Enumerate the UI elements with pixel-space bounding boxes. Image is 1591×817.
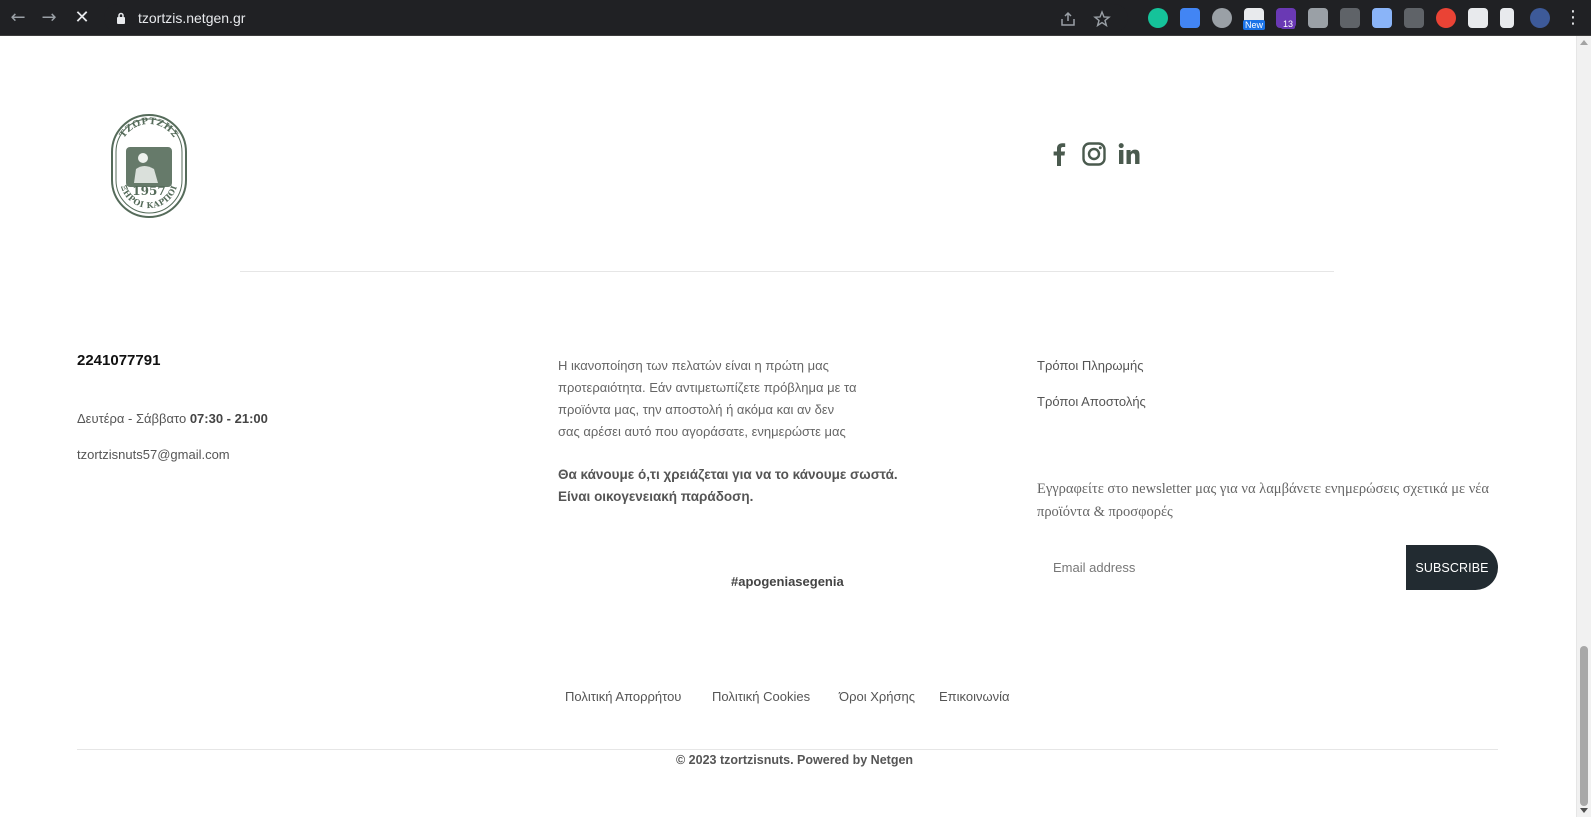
- about-text: Η ικανοποίηση των πελατών είναι η πρώτη …: [558, 358, 857, 439]
- newsletter-email-input[interactable]: [1037, 545, 1407, 590]
- footer-divider: [77, 749, 1498, 750]
- back-arrow-icon[interactable]: ←: [8, 8, 28, 28]
- terms-link[interactable]: Όροι Χρήσης: [839, 689, 915, 704]
- hours-time: 07:30 - 21:00: [189, 411, 268, 426]
- puzzle-extensions-icon[interactable]: [1468, 8, 1488, 28]
- window-extension-icon[interactable]: [1404, 8, 1424, 28]
- hashtag: #apogeniasegenia: [731, 574, 844, 589]
- logo-text-top: ΤΖΩΡΤΖΗΣ: [118, 117, 179, 140]
- scroll-thumb[interactable]: [1580, 646, 1588, 806]
- tzortzis-logo[interactable]: ΤΖΩΡΤΖΗΣ ΞΗΡΟΙ ΚΑΡΠΟΙ 1957: [110, 113, 188, 219]
- newsletter-text: Εγγραφείτε στο newsletter μας για να λαμ…: [1037, 481, 1489, 520]
- browser-toolbar: ← → ✕ tzortzis.netgen.gr New 13 ⋮: [0, 0, 1591, 36]
- lock-icon[interactable]: [116, 12, 126, 24]
- facebook-icon[interactable]: [1046, 141, 1072, 167]
- opening-hours: Δευτέρα - Σάββατο 07:30 - 21:00: [77, 411, 268, 426]
- shipping-methods-link[interactable]: Τρόποι Αποστολής: [1037, 394, 1146, 409]
- menu-kebab-icon[interactable]: ⋮: [1563, 8, 1583, 28]
- side-panel-icon[interactable]: [1500, 8, 1514, 28]
- linkedin-icon[interactable]: [1116, 141, 1142, 167]
- address-bar[interactable]: tzortzis.netgen.gr: [104, 4, 1128, 32]
- grammarly-extension-icon[interactable]: [1148, 8, 1168, 28]
- svg-text:ΤΖΩΡΤΖΗΣ: ΤΖΩΡΤΖΗΣ: [118, 117, 180, 140]
- payment-methods-link[interactable]: Τρόποι Πληρωμής: [1037, 358, 1144, 373]
- share-icon[interactable]: [1059, 10, 1077, 28]
- copyright-text: © 2023 tzortzisnuts. Powered by Netgen: [676, 753, 914, 767]
- privacy-policy-link[interactable]: Πολιτική Απορρήτου: [565, 689, 681, 704]
- instagram-icon[interactable]: [1081, 141, 1107, 167]
- url-text[interactable]: tzortzis.netgen.gr: [138, 10, 245, 26]
- news-extension-icon[interactable]: New: [1243, 8, 1266, 30]
- bookmark-star-icon[interactable]: [1093, 10, 1111, 28]
- forward-arrow-icon[interactable]: →: [39, 8, 59, 28]
- new-badge: New: [1243, 20, 1266, 30]
- phone-number[interactable]: 2241077791: [77, 352, 160, 369]
- scrollbar[interactable]: [1576, 36, 1591, 817]
- contact-email[interactable]: tzortzisnuts57@gmail.com: [77, 447, 230, 462]
- logo-year: 1957: [132, 184, 165, 198]
- globe-extension-icon[interactable]: [1212, 8, 1232, 28]
- profile-avatar[interactable]: [1530, 8, 1550, 28]
- scroll-up-arrow-icon[interactable]: [1580, 40, 1588, 45]
- section-divider: [240, 271, 1334, 272]
- count-badge: 13: [1281, 19, 1296, 29]
- hours-label: Δευτέρα - Σάββατο: [77, 411, 187, 426]
- contact-link[interactable]: Επικοινωνία: [939, 689, 1010, 704]
- purple-extension-icon[interactable]: 13: [1276, 8, 1296, 29]
- subscribe-button[interactable]: SUBSCRIBE: [1406, 545, 1498, 590]
- translate-extension-icon[interactable]: [1180, 8, 1200, 28]
- scroll-down-arrow-icon[interactable]: [1580, 808, 1588, 813]
- chrome-extension-icon[interactable]: [1436, 8, 1456, 28]
- cookies-policy-link[interactable]: Πολιτική Cookies: [712, 689, 810, 704]
- camera-extension-icon[interactable]: [1308, 8, 1328, 28]
- docs-extension-icon[interactable]: [1372, 8, 1392, 28]
- stop-loading-icon[interactable]: ✕: [72, 8, 92, 28]
- recycle-extension-icon[interactable]: [1340, 8, 1360, 28]
- motto-text: Θα κάνουμε ό,τι χρειάζεται για να το κάν…: [558, 467, 898, 504]
